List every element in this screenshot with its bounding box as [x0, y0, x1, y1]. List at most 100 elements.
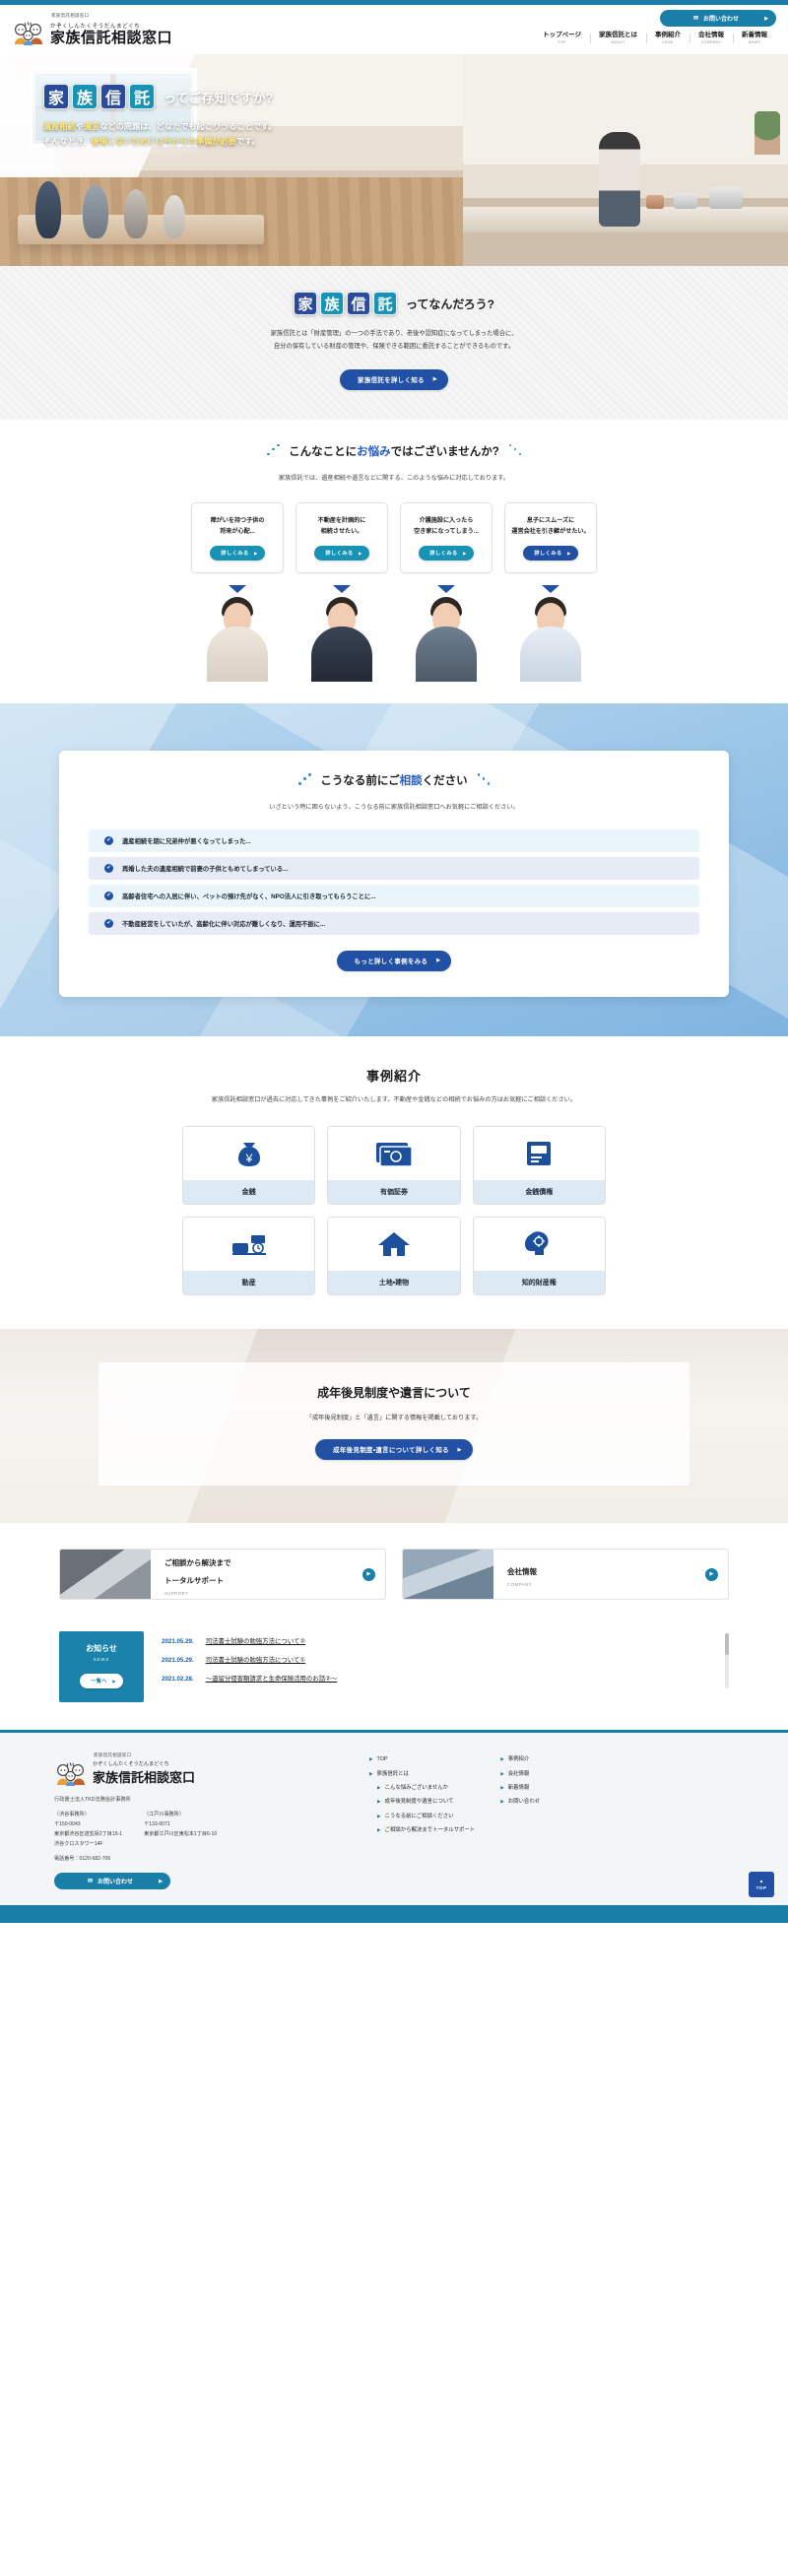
footer-link-company[interactable]: ▶ 会社情報	[500, 1771, 540, 1778]
worry-card[interactable]: 息子にスムーズに 運営会社を引き継がせたい。 詳しくみる ▶	[504, 501, 597, 574]
learn-more-trust-label: 家族信託を詳しく知る	[358, 376, 425, 384]
money-bag-icon: ¥	[183, 1126, 315, 1180]
case-card-movables[interactable]: 動産	[182, 1216, 316, 1295]
brand-block[interactable]: 家族信託相談窓口 かぞくしんたくそうだんまどぐち 家族信託相談窓口	[12, 13, 172, 46]
footer-link-guardian[interactable]: ▶ 成年後見制度や遺言について	[377, 1799, 475, 1806]
nav-item-case[interactable]: 事例紹介 CASE	[646, 32, 690, 44]
nav-item-news[interactable]: 新着情報 NEWS	[733, 32, 776, 44]
footer-link-support[interactable]: ▶ ご相談から解決までトータルサポート	[377, 1827, 475, 1834]
case-card-claims[interactable]: 金銭債権	[472, 1125, 606, 1205]
person-body	[207, 627, 268, 683]
worry-detail-button[interactable]: 詳しくみる ▶	[419, 546, 474, 561]
worry-detail-button[interactable]: 詳しくみる ▶	[523, 546, 578, 561]
news-date: 2021.05.29.	[162, 1638, 194, 1646]
footer-tel-label: 電話番号：	[54, 1856, 80, 1863]
bullet-icon: ▶	[377, 1813, 381, 1818]
news-item[interactable]: 2021.05.29. 司法書士試験の勉強方法について②	[162, 1631, 715, 1650]
more-cases-button[interactable]: もっと詳しく事例をみる ▶	[336, 950, 452, 971]
bullet-icon: ▶	[377, 1799, 381, 1805]
worry-detail-label: 詳しくみる	[325, 551, 354, 558]
passbook-icon	[473, 1126, 605, 1180]
footer-link-consult[interactable]: ▶ こうなる前にご相談ください	[377, 1814, 475, 1820]
certificate-icon	[328, 1126, 460, 1180]
footer-link-news[interactable]: ▶ 新着情報	[500, 1785, 540, 1792]
news-more-button[interactable]: 一覧へ ▶	[80, 1674, 123, 1689]
hero-kanji-2: 族	[72, 84, 98, 109]
guardian-learn-button[interactable]: 成年後見制度・遺言について詳しく知る ▶	[315, 1439, 473, 1461]
footer-link-about[interactable]: ▶ 家族信託とは	[369, 1771, 475, 1778]
hero-person	[164, 195, 185, 238]
back-to-top-label: TOP	[755, 1885, 767, 1891]
footer-micro-label: 家族信託相談窓口	[94, 1752, 132, 1758]
footer-link-label: ご相談から解決までトータルサポート	[384, 1826, 476, 1833]
case-card-securities[interactable]: 有価証券	[327, 1125, 461, 1205]
nav-label-ja: トップページ	[543, 32, 581, 39]
footer-contact-button[interactable]: ✉ お問い合わせ ▶	[54, 1873, 170, 1890]
worry-detail-label: 詳しくみる	[534, 551, 562, 558]
news-title[interactable]: ～遺留分侵害額請求と生命保険活用のお話②～	[206, 1674, 338, 1683]
hero-copy: 家 族 信 託 ってご存知ですか? 遺産相続や遺言などの問題は、どなたでも起こり…	[43, 84, 276, 149]
worries-lead: 家族信託では、遺産相続や遺言などに関する、このような悩みに対応しております。	[278, 474, 510, 482]
news-title[interactable]: 司法書士試験の勉強方法について②	[206, 1636, 305, 1645]
nav-item-company[interactable]: 会社情報 COMPANY	[690, 32, 733, 44]
case-card-ip[interactable]: 知的財産権	[472, 1216, 606, 1295]
banner-subtitle: COMPANY	[507, 1582, 533, 1588]
chevron-right-icon: ▶	[463, 551, 467, 557]
news-title[interactable]: 司法書士試験の勉強方法について①	[206, 1655, 305, 1664]
worry-text-line1: 息子にスムーズに	[526, 516, 575, 524]
worry-detail-button[interactable]: 詳しくみる ▶	[210, 546, 265, 561]
what-title-tail: ってなんだろう?	[405, 297, 494, 311]
news-item[interactable]: 2021.02.28. ～遺留分侵害額請求と生命保険活用のお話②～	[162, 1669, 715, 1687]
building-photo	[403, 1550, 493, 1600]
what-kanji-3: 信	[346, 292, 370, 315]
header-contact-button[interactable]: ✉ お問い合わせ ▶	[660, 10, 776, 28]
consult-case-item[interactable]: ✔ 再婚した夫の遺産相続で前妻の子供ともめてしまっている...	[89, 856, 699, 880]
case-card-realestate[interactable]: 土地・建物	[327, 1216, 461, 1295]
nav-item-about[interactable]: 家族信託とは ABOUT	[590, 32, 646, 44]
furniture-icon	[183, 1217, 315, 1271]
hero-sub-hl2: 遺言	[83, 122, 100, 131]
nav-item-top[interactable]: トップページ TOP	[534, 32, 590, 44]
consult-lead: いざという時に困らないよう、こうなる前に家族信託相談窓口へお気軽にご相談ください…	[269, 804, 519, 812]
news-item[interactable]: 2021.05.29. 司法書士試験の勉強方法について①	[162, 1650, 715, 1669]
worry-text-line2: 相続させたい。	[320, 527, 363, 535]
what-body-line1: 家族信託とは「財産管理」の一つの手法であり、老後や認知症になってしまった場合に、	[270, 330, 518, 337]
chevron-right-icon: ▶	[254, 551, 258, 557]
case-card-money[interactable]: ¥ 金銭	[182, 1125, 316, 1205]
footer-link-contact[interactable]: ▶ お問い合わせ	[500, 1799, 540, 1806]
consult-case-item[interactable]: ✔ 遺産相続を期に兄弟仲が悪くなってしまった...	[89, 828, 699, 852]
news-scrollbar[interactable]	[725, 1633, 729, 1689]
worry-card[interactable]: 障がいを持つ子供の 将来が心配... 詳しくみる ▶	[191, 501, 284, 574]
footer-link-cases[interactable]: ▶ 事例紹介	[500, 1756, 540, 1763]
hero-sub-t1: や	[75, 122, 84, 131]
brand-kana: かぞくしんたくそうだんまどぐち	[50, 24, 141, 30]
back-to-top-button[interactable]: ▲ TOP	[749, 1872, 774, 1898]
footer-link-top[interactable]: ▶ TOP	[369, 1756, 475, 1763]
worry-detail-button[interactable]: 詳しくみる ▶	[314, 546, 369, 561]
banner-support[interactable]: ご相談から解決まで トータルサポート SUPPORT ▶	[59, 1549, 386, 1601]
guardian-learn-label: 成年後見制度・遺言について詳しく知る	[333, 1447, 449, 1455]
footer-telephone: 電話番号：0120-682-706	[54, 1855, 350, 1862]
people-photo-row	[0, 585, 788, 683]
hero-headline: 家 族 信 託 ってご存知ですか?	[43, 84, 276, 109]
consult-case-item[interactable]: ✔ 不動産経営をしていたが、高齢化に伴い対応が難しくなり、運用不振に...	[89, 911, 699, 935]
nav-label-en: NEWS	[748, 39, 761, 44]
worry-card-text: 息子にスムーズに 運営会社を引き継がせたい。	[511, 515, 589, 538]
worries-title-c: ではございませんか?	[390, 445, 499, 458]
footer-link-label: 事例紹介	[507, 1756, 530, 1763]
consult-case-item[interactable]: ✔ 高齢者住宅への入居に伴い、ペットの預け先がなく、NPO法人に引き取ってもらう…	[89, 884, 699, 907]
consult-title: こうなる前にご相談ください	[298, 772, 491, 788]
house-icon	[328, 1217, 460, 1271]
learn-more-trust-button[interactable]: 家族信託を詳しく知る ▶	[340, 368, 448, 390]
banner-row: ご相談から解決まで トータルサポート SUPPORT ▶ 会社情報 COMPAN…	[59, 1549, 729, 1601]
case-label: 金銭債権	[473, 1179, 605, 1204]
svg-text:¥: ¥	[244, 1152, 252, 1165]
worry-card[interactable]: 介護施設に入ったら 空き家になってしまう... 詳しくみる ▶	[400, 501, 492, 574]
consult-before-section: こうなる前にご相談ください いざという時に困らないよう、こうなる前に家族信託相談…	[0, 703, 788, 1036]
worries-title-b: お悩み	[357, 445, 391, 458]
footer-brand-block: 家族信託相談窓口 かぞくしんたくそうだんまどぐち 家族信託相談窓口 行政書士法人…	[54, 1752, 350, 1890]
what-is-body: 家族信託とは「財産管理」の一つの手法であり、老後や認知症になってしまった場合に、…	[246, 328, 542, 354]
footer-link-worries[interactable]: ▶ こんな悩みございませんか	[377, 1785, 475, 1792]
banner-company[interactable]: 会社情報 COMPANY ▶	[402, 1549, 729, 1601]
worry-card[interactable]: 不動産を計画的に 相続させたい。 詳しくみる ▶	[296, 501, 388, 574]
